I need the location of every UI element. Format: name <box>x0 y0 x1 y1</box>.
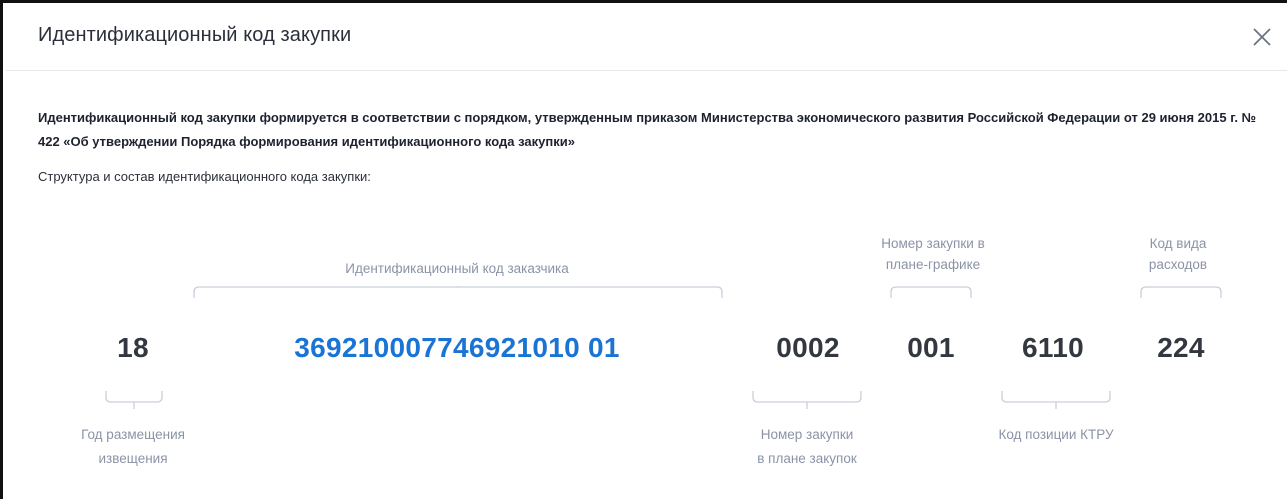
label-year: Год размещения извещения <box>43 423 223 471</box>
label-plan-number: Номер закупки в плане закупок <box>717 423 897 471</box>
close-icon[interactable] <box>1251 26 1273 48</box>
procurement-code-dialog: Идентификационный код закупки Идентифика… <box>0 0 1287 499</box>
segment-plan-number: 0002 <box>776 332 840 363</box>
label-schedule-number-line2: плане-графике <box>885 257 981 272</box>
label-plan-number-line1: Номер закупки <box>760 427 854 442</box>
label-year-line1: Год размещения <box>81 427 185 442</box>
bracket-expense-code <box>1140 286 1222 298</box>
label-expense-code-line2: расходов <box>1148 257 1208 272</box>
segment-customer-code: 369210007746921010 01 <box>294 332 620 363</box>
label-customer-code: Идентификационный код заказчика <box>345 261 569 276</box>
bracket-customer-code <box>193 286 723 298</box>
structure-subtitle: Структура и состав идентификационного ко… <box>38 169 371 184</box>
segment-year: 18 <box>117 332 149 363</box>
bracket-schedule-number <box>890 286 972 298</box>
dialog-header: Идентификационный код закупки <box>6 6 1287 71</box>
label-plan-number-line2: в плане закупок <box>757 451 857 466</box>
bracket-ktru-code <box>1001 391 1111 409</box>
description-text: Идентификационный код закупки формируетс… <box>38 110 1257 149</box>
label-ktru-code: Код позиции КТРУ <box>998 427 1114 442</box>
label-schedule-number-line1: Номер закупки в <box>881 236 985 251</box>
dialog-title: Идентификационный код закупки <box>38 24 352 46</box>
segment-ktru-code: 6110 <box>1022 332 1084 363</box>
label-expense-code-line1: Код вида <box>1149 236 1207 251</box>
bracket-plan-number <box>752 391 862 409</box>
label-year-line2: извещения <box>98 451 168 466</box>
segment-expense-code: 224 <box>1157 332 1205 363</box>
segment-schedule-number: 001 <box>907 332 955 363</box>
label-schedule-number: Номер закупки в плане-графике <box>843 233 1023 275</box>
label-expense-code: Код вида расходов <box>1113 233 1243 275</box>
bracket-year <box>105 391 163 409</box>
